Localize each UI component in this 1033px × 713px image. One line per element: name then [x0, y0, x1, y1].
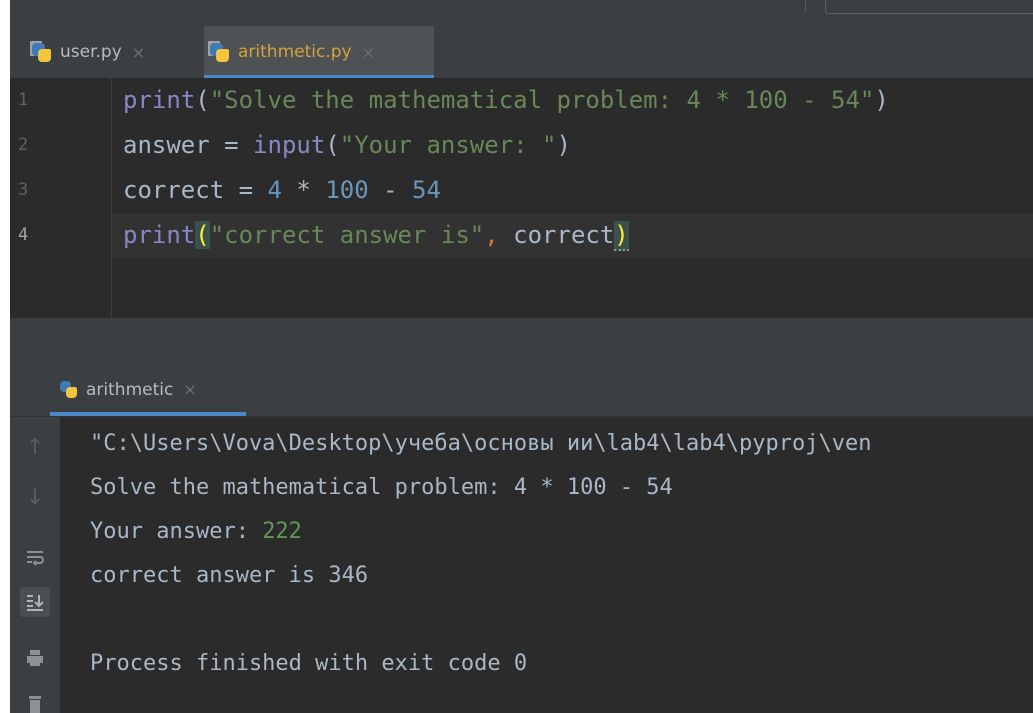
arrow-up-icon[interactable]: ↑	[20, 433, 50, 463]
code-token-string: "correct answer is"	[209, 221, 485, 249]
close-icon[interactable]: ×	[362, 43, 375, 62]
run-tab-arithmetic[interactable]: arithmetic ×	[50, 363, 246, 416]
gutter-divider	[111, 78, 112, 318]
code-token-string: "Your answer: "	[339, 131, 557, 159]
console-line: Process finished with exit code 0	[90, 651, 528, 676]
matched-paren: (	[195, 221, 210, 249]
code-token-paren: )	[874, 86, 889, 114]
run-tool-window-header: arithmetic ×	[10, 363, 1033, 417]
console-toolbar: ↑ ↓	[10, 417, 60, 713]
trash-icon[interactable]	[20, 689, 50, 713]
code-token-paren: (	[325, 131, 340, 159]
code-token-identifier: correct	[498, 221, 615, 249]
console-line: Your answer: 222	[90, 510, 302, 554]
soft-wrap-icon[interactable]	[20, 543, 50, 573]
toolbar-field[interactable]	[825, 0, 1033, 14]
code-token-number: 54	[412, 176, 441, 204]
close-icon[interactable]: ×	[132, 43, 145, 62]
tab-label: user.py	[60, 42, 122, 62]
arrow-down-icon[interactable]: ↓	[20, 483, 50, 513]
editor-tab-bar: user.py × arithmetic.py ×	[10, 26, 1033, 78]
tab-label: arithmetic.py	[238, 42, 352, 62]
python-run-icon	[60, 380, 78, 399]
line-number: 2	[18, 135, 29, 155]
code-line-3[interactable]: correct = 4 * 100 - 54	[123, 168, 441, 213]
code-token-operator: -	[368, 176, 413, 204]
code-token-operator: *	[281, 176, 326, 204]
code-editor[interactable]: 1 2 3 4 print("Solve the mathematical pr…	[10, 78, 1033, 318]
console-line: correct answer is 346	[90, 563, 369, 588]
code-token-number: 4	[267, 176, 282, 204]
python-file-icon	[30, 41, 52, 63]
line-number: 4	[18, 225, 29, 245]
tab-user-py[interactable]: user.py ×	[30, 26, 145, 78]
console-user-input: 222	[262, 519, 302, 544]
code-token-assignment: correct =	[123, 176, 268, 204]
console-prompt: Your answer:	[90, 519, 263, 544]
code-token-function: print	[123, 221, 196, 249]
line-number: 3	[18, 180, 29, 200]
code-token-number: 100	[325, 176, 369, 204]
code-line-1[interactable]: print("Solve the mathematical problem: 4…	[123, 78, 889, 123]
console-line: "C:\Users\Vova\Desktop\учеба\основы ии\l…	[90, 431, 872, 456]
code-token-paren: )	[556, 131, 571, 159]
code-token-function: print	[123, 86, 196, 114]
line-number-gutter: 1 2 3 4	[10, 78, 110, 318]
run-console[interactable]: ↑ ↓ "C:\Users\Vova\Desktop\учеба\основы …	[10, 417, 1033, 713]
python-file-icon	[208, 41, 230, 63]
ide-window: user.py × arithmetic.py × 1 2 3 4 print(…	[0, 0, 1033, 713]
code-token-paren: (	[195, 86, 210, 114]
scroll-to-end-icon[interactable]	[20, 587, 50, 617]
toolbar-divider	[805, 0, 806, 12]
title-bar	[10, 0, 1033, 26]
console-line: Solve the mathematical problem: 4 * 100 …	[90, 475, 673, 500]
code-token-comma: ,	[484, 221, 499, 249]
run-tab-label: arithmetic	[86, 379, 174, 400]
code-token-assignment: answer =	[123, 131, 254, 159]
print-icon[interactable]	[20, 643, 50, 673]
tab-arithmetic-py[interactable]: arithmetic.py ×	[204, 26, 434, 78]
code-token-string: "Solve the mathematical problem: 4 * 100…	[209, 86, 875, 114]
close-icon[interactable]: ×	[183, 380, 196, 399]
panel-divider	[10, 318, 1033, 363]
code-line-2[interactable]: answer = input("Your answer: ")	[123, 123, 571, 168]
matched-paren: )	[614, 221, 629, 251]
code-line-4[interactable]: print("correct answer is", correct)	[123, 213, 629, 258]
line-number: 1	[18, 90, 29, 110]
code-token-function: input	[253, 131, 326, 159]
